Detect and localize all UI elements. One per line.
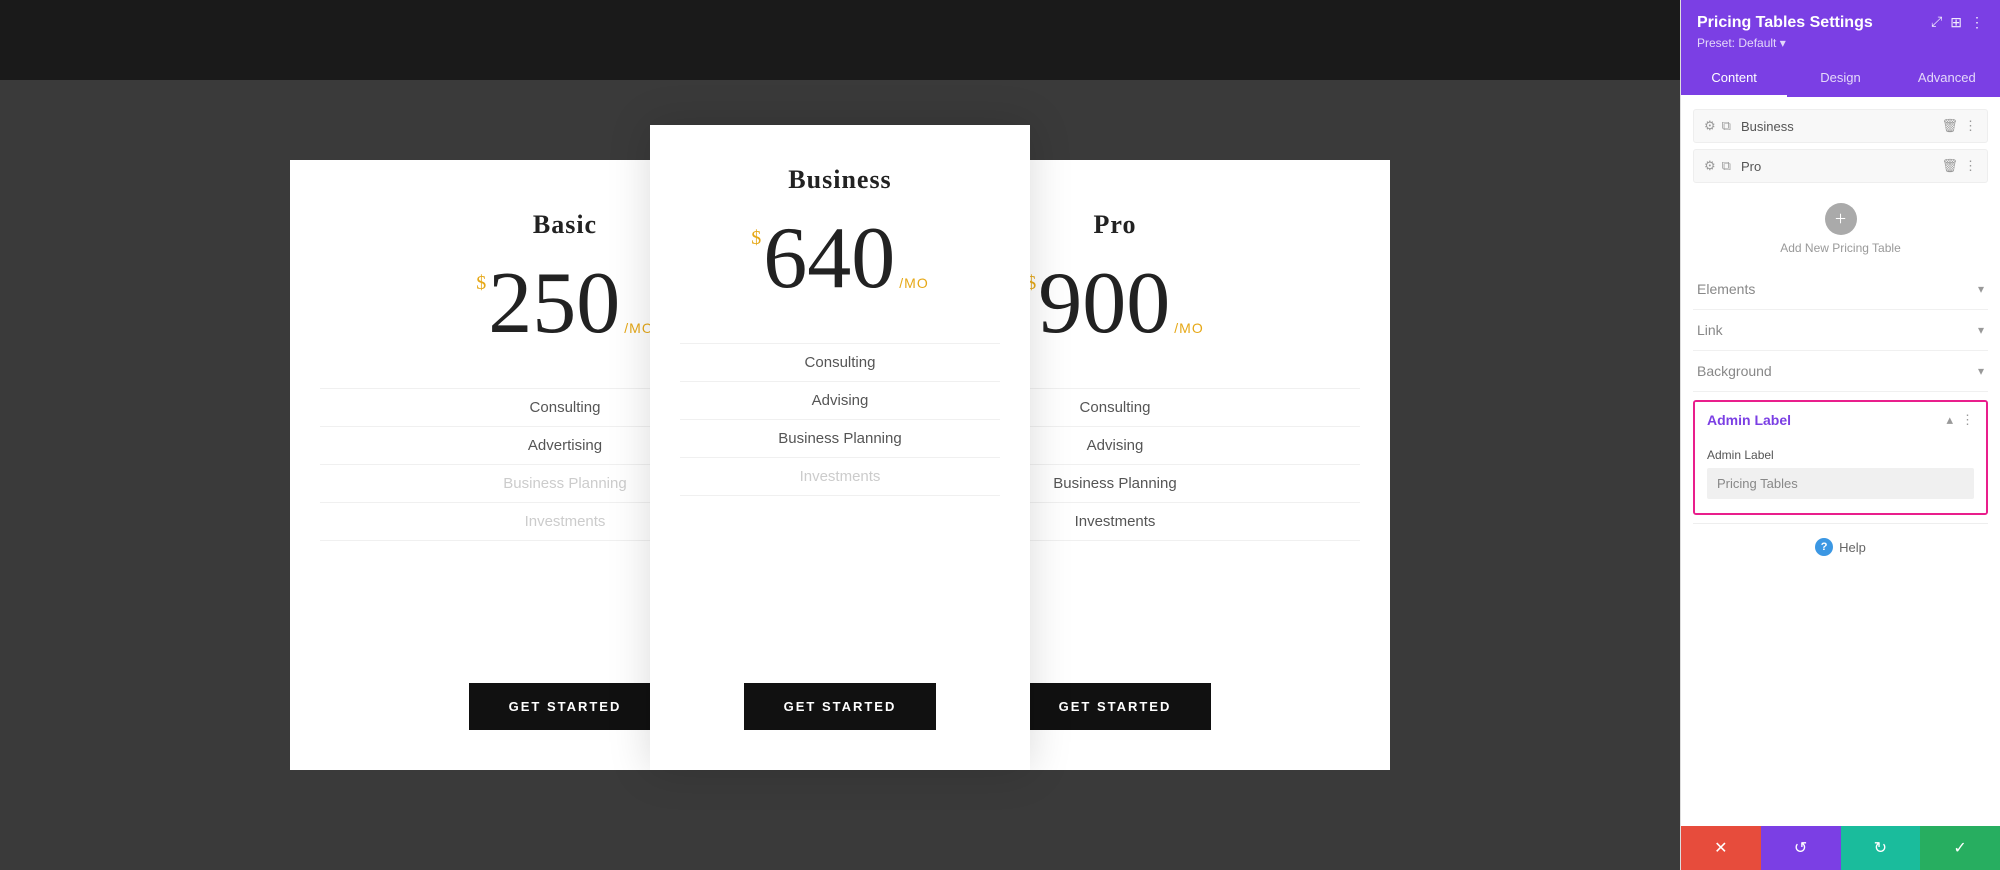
sidebar-content: ⚙ ⧉ Business 🗑 ⋮ ⚙ ⧉ Pro 🗑 ⋮ + Add New P…: [1681, 97, 2000, 826]
elements-section[interactable]: Elements ▾: [1693, 269, 1988, 310]
admin-label-header[interactable]: Admin Label ▴ ⋮: [1695, 402, 1986, 438]
business-more-icon[interactable]: ⋮: [1964, 118, 1977, 134]
admin-label-collapse-icon[interactable]: ▴: [1946, 412, 1953, 428]
layout-icon[interactable]: ⊞: [1950, 15, 1962, 32]
link-label: Link: [1697, 322, 1723, 338]
canvas-area: Basic $ 250 /MO Consulting Advertising B…: [0, 0, 1680, 870]
admin-label-more-icon[interactable]: ⋮: [1961, 412, 1974, 428]
pro-more-icon[interactable]: ⋮: [1964, 158, 1977, 174]
pro-item-icons-right: 🗑 ⋮: [1941, 158, 1977, 174]
sidebar-panel: Pricing Tables Settings ⤢ ⊞ ⋮ Preset: De…: [1680, 0, 2000, 870]
admin-label-header-icons: ▴ ⋮: [1946, 412, 1974, 428]
link-chevron-icon: ▾: [1978, 323, 1984, 338]
admin-label-section: Admin Label ▴ ⋮ Admin Label: [1693, 400, 1988, 515]
business-item-icons-left: ⚙ ⧉: [1704, 118, 1731, 134]
pro-price: 900: [1038, 260, 1170, 348]
business-features: Consulting Advising Business Planning In…: [680, 343, 1000, 496]
business-feature-2: Advising: [680, 382, 1000, 420]
cancel-button[interactable]: ✕: [1681, 826, 1761, 870]
business-feature-4: Investments: [680, 458, 1000, 496]
pro-period: /MO: [1174, 320, 1203, 336]
undo-button[interactable]: ↺: [1761, 826, 1841, 870]
bottom-toolbar: ✕ ↺ ↻ ✓: [1681, 826, 2000, 870]
elements-label: Elements: [1697, 281, 1755, 297]
canvas-inner: Basic $ 250 /MO Consulting Advertising B…: [250, 110, 1430, 790]
sidebar-tabs: Content Design Advanced: [1681, 60, 2000, 97]
add-circle-icon: +: [1825, 203, 1857, 235]
admin-label-section-title: Admin Label: [1707, 412, 1791, 428]
business-feature-1: Consulting: [680, 343, 1000, 382]
background-label: Background: [1697, 363, 1772, 379]
business-copy-icon[interactable]: ⧉: [1722, 118, 1731, 134]
add-new-pricing-table[interactable]: + Add New Pricing Table: [1693, 189, 1988, 269]
background-section[interactable]: Background ▾: [1693, 351, 1988, 392]
basic-price: 250: [488, 260, 620, 348]
pro-plan-name: Pro: [1094, 210, 1137, 240]
save-button[interactable]: ✓: [1920, 826, 2000, 870]
business-item-icons-right: 🗑 ⋮: [1941, 118, 1977, 134]
basic-price-block: $ 250 /MO: [476, 260, 653, 348]
tab-design[interactable]: Design: [1787, 60, 1893, 97]
admin-label-body: Admin Label: [1695, 438, 1986, 513]
business-currency: $: [751, 227, 761, 250]
sidebar-header: Pricing Tables Settings ⤢ ⊞ ⋮ Preset: De…: [1681, 0, 2000, 60]
help-row[interactable]: ? Help: [1693, 523, 1988, 570]
sidebar-title: Pricing Tables Settings: [1697, 14, 1873, 32]
admin-label-input[interactable]: [1707, 468, 1974, 499]
sidebar-header-icons: ⤢ ⊞ ⋮: [1931, 15, 1984, 32]
redo-button[interactable]: ↻: [1841, 826, 1921, 870]
business-cta-button[interactable]: GET STARTED: [744, 683, 937, 730]
sidebar-preset[interactable]: Preset: Default ▾: [1697, 36, 1984, 50]
pro-delete-icon[interactable]: 🗑: [1941, 158, 1958, 174]
basic-cta-button[interactable]: GET STARTED: [469, 683, 662, 730]
canvas-bg-top: [0, 0, 1680, 80]
sidebar-header-top: Pricing Tables Settings ⤢ ⊞ ⋮: [1697, 14, 1984, 32]
link-section[interactable]: Link ▾: [1693, 310, 1988, 351]
business-price: 640: [763, 215, 895, 303]
business-price-block: $ 640 /MO: [751, 215, 928, 303]
tab-advanced[interactable]: Advanced: [1894, 60, 2000, 97]
pro-cta-button[interactable]: GET STARTED: [1019, 683, 1212, 730]
expand-icon[interactable]: ⤢: [1931, 15, 1942, 31]
add-new-label: Add New Pricing Table: [1780, 241, 1901, 255]
pro-item-label: Pro: [1741, 159, 1942, 174]
tab-content[interactable]: Content: [1681, 60, 1787, 97]
basic-currency: $: [476, 272, 486, 295]
business-period: /MO: [899, 275, 928, 291]
admin-label-field-label: Admin Label: [1707, 448, 1974, 462]
help-label: Help: [1839, 540, 1866, 555]
table-item-pro: ⚙ ⧉ Pro 🗑 ⋮: [1693, 149, 1988, 183]
basic-plan-name: Basic: [533, 210, 597, 240]
pro-price-block: $ 900 /MO: [1026, 260, 1203, 348]
elements-chevron-icon: ▾: [1978, 282, 1984, 297]
business-feature-3: Business Planning: [680, 420, 1000, 458]
business-item-label: Business: [1741, 119, 1942, 134]
table-item-business: ⚙ ⧉ Business 🗑 ⋮: [1693, 109, 1988, 143]
business-settings-icon[interactable]: ⚙: [1704, 118, 1716, 134]
pro-copy-icon[interactable]: ⧉: [1722, 158, 1731, 174]
business-plan-name: Business: [788, 165, 891, 195]
pro-item-icons-left: ⚙ ⧉: [1704, 158, 1731, 174]
pro-settings-icon[interactable]: ⚙: [1704, 158, 1716, 174]
business-delete-icon[interactable]: 🗑: [1941, 118, 1958, 134]
more-icon[interactable]: ⋮: [1970, 15, 1984, 32]
background-chevron-icon: ▾: [1978, 364, 1984, 379]
business-card: Business $ 640 /MO Consulting Advising B…: [650, 125, 1030, 770]
help-icon: ?: [1815, 538, 1833, 556]
